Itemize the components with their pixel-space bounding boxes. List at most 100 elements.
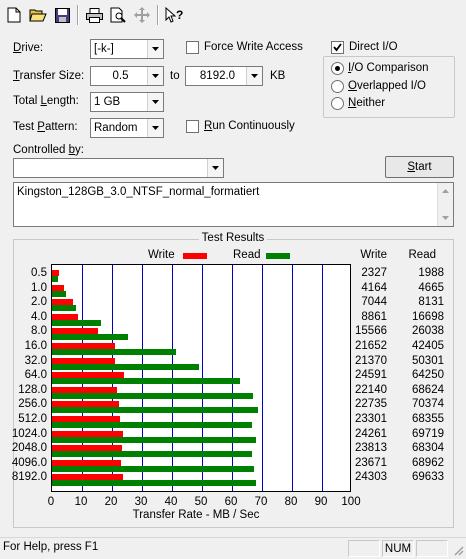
radio-overlapped-io-label: Overlapped I/O bbox=[348, 80, 426, 92]
scroll-up-icon[interactable] bbox=[438, 183, 453, 199]
read-bar bbox=[52, 378, 241, 385]
write-value: 24303 bbox=[355, 471, 387, 484]
x-tick-label: 30 bbox=[134, 496, 148, 508]
read-bar bbox=[52, 290, 66, 297]
x-tick-label: 100 bbox=[341, 496, 361, 508]
description-scrollbar[interactable] bbox=[437, 183, 453, 226]
chevron-down-icon[interactable] bbox=[147, 119, 163, 137]
radio-io-comparison[interactable] bbox=[331, 62, 344, 75]
y-tick-label: 4096.0 bbox=[11, 456, 47, 469]
transfer-size-to-value: 8192.0 bbox=[199, 70, 236, 82]
new-icon[interactable] bbox=[3, 4, 25, 26]
y-tick-label: 4.0 bbox=[31, 310, 47, 323]
read-value: 68304 bbox=[412, 442, 444, 455]
controlled-by-select[interactable] bbox=[13, 158, 224, 178]
status-pane-empty bbox=[348, 540, 380, 557]
total-length-select[interactable]: 1 GB bbox=[90, 92, 164, 112]
controlled-by-label: Controlled by: bbox=[13, 144, 84, 156]
transfer-size-from-select[interactable]: 0.5 bbox=[90, 66, 164, 86]
total-length-value: 1 GB bbox=[94, 96, 121, 108]
read-bar bbox=[52, 392, 254, 399]
start-button[interactable]: Start bbox=[385, 156, 454, 178]
y-tick-label: 256.0 bbox=[18, 398, 47, 411]
chart-gridline bbox=[322, 265, 323, 491]
context-help-icon[interactable]: ? bbox=[163, 4, 185, 26]
read-bar bbox=[52, 334, 129, 341]
x-tick-label: 50 bbox=[194, 496, 208, 508]
write-value: 24591 bbox=[355, 369, 387, 382]
y-tick-label: 0.5 bbox=[31, 267, 47, 279]
y-tick-label: 16.0 bbox=[24, 340, 47, 352]
transfer-rate-chart bbox=[51, 264, 351, 492]
print-icon[interactable] bbox=[83, 4, 105, 26]
read-bar bbox=[52, 422, 253, 428]
read-bar bbox=[52, 436, 257, 443]
transfer-to-label: to bbox=[170, 70, 180, 82]
checkmark-icon bbox=[333, 43, 342, 52]
test-pattern-label: Test Pattern: bbox=[13, 121, 78, 133]
legend-read-swatch bbox=[266, 253, 290, 259]
write-value: 21370 bbox=[355, 354, 387, 367]
read-bar bbox=[52, 465, 255, 472]
svg-text:?: ? bbox=[176, 8, 183, 22]
print-preview-icon[interactable] bbox=[107, 4, 129, 26]
status-num-indicator: NUM bbox=[382, 540, 414, 557]
write-value: 15566 bbox=[355, 325, 387, 338]
read-value: 69719 bbox=[412, 427, 444, 440]
radio-overlapped-io[interactable] bbox=[331, 80, 344, 93]
legend-write-label: Write bbox=[148, 249, 175, 261]
test-pattern-select[interactable]: Random bbox=[90, 118, 164, 138]
chevron-down-icon[interactable] bbox=[246, 67, 262, 85]
transfer-size-to-select[interactable]: 8192.0 bbox=[185, 66, 263, 86]
move-icon[interactable] bbox=[131, 4, 153, 26]
transfer-size-from-value: 0.5 bbox=[112, 70, 129, 82]
open-icon[interactable] bbox=[27, 4, 49, 26]
y-tick-label: 2.0 bbox=[31, 296, 47, 309]
toolbar-separator bbox=[77, 5, 79, 25]
chevron-down-icon[interactable] bbox=[147, 93, 163, 111]
write-value: 7044 bbox=[361, 296, 387, 309]
read-value: 64250 bbox=[412, 369, 444, 382]
force-write-access-checkbox[interactable] bbox=[186, 41, 199, 54]
read-value: 68624 bbox=[412, 383, 444, 396]
chart-gridline bbox=[262, 265, 263, 491]
read-bar bbox=[52, 480, 256, 487]
description-text: Kingston_128GB_3.0_NTSF_normal_formatier… bbox=[17, 186, 260, 198]
read-value: 70374 bbox=[412, 398, 444, 411]
run-continuously-checkbox[interactable] bbox=[186, 120, 199, 133]
x-tick-label: 10 bbox=[74, 496, 88, 508]
y-tick-label: 64.0 bbox=[24, 369, 47, 382]
chevron-down-icon[interactable] bbox=[147, 67, 163, 85]
chevron-down-icon[interactable] bbox=[207, 159, 223, 177]
scroll-down-icon[interactable] bbox=[438, 210, 453, 226]
read-value: 68355 bbox=[412, 413, 444, 425]
drive-select[interactable]: [-k-] bbox=[90, 39, 164, 59]
radio-io-comparison-label: I/O Comparison bbox=[348, 62, 429, 74]
y-tick-label: 8192.0 bbox=[11, 471, 47, 484]
chevron-down-icon[interactable] bbox=[147, 40, 163, 58]
chart-gridline bbox=[292, 265, 293, 491]
write-value: 24261 bbox=[355, 427, 387, 440]
direct-io-checkbox[interactable] bbox=[331, 41, 344, 54]
status-help-text: For Help, press F1 bbox=[3, 541, 99, 553]
read-bar bbox=[52, 407, 259, 414]
description-textarea[interactable]: Kingston_128GB_3.0_NTSF_normal_formatier… bbox=[13, 182, 454, 227]
read-value: 26038 bbox=[412, 325, 444, 338]
read-value: 4665 bbox=[418, 281, 444, 294]
legend-read-label: Read bbox=[233, 249, 261, 261]
read-value: 68962 bbox=[412, 456, 444, 469]
save-icon[interactable] bbox=[51, 4, 73, 26]
write-value: 22140 bbox=[355, 383, 387, 396]
x-tick-label: 60 bbox=[224, 496, 238, 508]
read-bar bbox=[52, 349, 177, 355]
direct-io-label: Direct I/O bbox=[349, 41, 398, 53]
radio-neither[interactable] bbox=[331, 97, 344, 110]
y-tick-label: 32.0 bbox=[24, 354, 47, 367]
radio-neither-label: Neither bbox=[348, 97, 386, 109]
y-tick-label: 512.0 bbox=[18, 413, 47, 425]
total-length-label: Total Length: bbox=[13, 95, 79, 107]
write-value: 23813 bbox=[355, 442, 387, 455]
read-bar bbox=[52, 276, 58, 282]
column-header-write: Write bbox=[360, 249, 387, 261]
y-tick-label: 1024.0 bbox=[11, 427, 47, 440]
